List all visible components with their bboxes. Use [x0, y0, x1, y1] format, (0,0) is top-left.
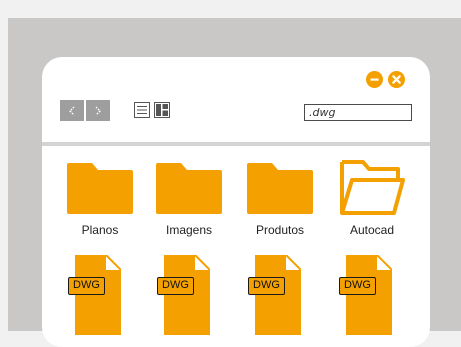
- folder-icon: [156, 163, 222, 214]
- dwg-file-3[interactable]: DWG: [248, 255, 301, 335]
- dwg-badge: DWG: [248, 277, 285, 295]
- x-icon: [392, 75, 401, 84]
- grid-view-icon: [156, 104, 168, 116]
- chevron-left-icon: [69, 106, 75, 115]
- folder-open-icon: [340, 160, 405, 215]
- document-icon: [75, 255, 121, 335]
- back-button[interactable]: [60, 100, 84, 121]
- folder-label: Planos: [81, 223, 119, 237]
- folder-icon: [67, 163, 133, 214]
- folder-autocad[interactable]: [338, 158, 406, 215]
- forward-button[interactable]: [86, 100, 110, 121]
- list-view-button[interactable]: [134, 102, 150, 118]
- chevron-right-icon: [95, 106, 101, 115]
- document-icon: [346, 255, 392, 335]
- document-icon: [164, 255, 210, 335]
- folder-label: Imagens: [165, 223, 213, 237]
- folder-produtos[interactable]: [246, 161, 314, 214]
- folder-planos[interactable]: [66, 161, 134, 214]
- list-view-icon: [137, 106, 147, 114]
- minimize-button[interactable]: [366, 71, 383, 88]
- dwg-file-4[interactable]: DWG: [339, 255, 392, 335]
- dwg-file-1[interactable]: DWG: [68, 255, 121, 335]
- minus-icon: [370, 78, 379, 81]
- grid-view-button[interactable]: [154, 102, 170, 118]
- dwg-badge: DWG: [68, 277, 105, 295]
- folder-label: Autocad: [349, 223, 395, 237]
- file-browser-window: Planos Imagens Produtos Autocad DWG DWG …: [42, 57, 430, 347]
- dwg-file-2[interactable]: DWG: [157, 255, 210, 335]
- toolbar-divider: [42, 142, 430, 146]
- document-icon: [255, 255, 301, 335]
- folder-icon: [247, 163, 313, 214]
- dwg-badge: DWG: [339, 277, 376, 295]
- search-input[interactable]: [304, 104, 412, 121]
- folder-label: Produtos: [255, 223, 305, 237]
- folder-imagens[interactable]: [155, 161, 223, 214]
- dwg-badge: DWG: [157, 277, 194, 295]
- navigation-buttons: [60, 100, 110, 121]
- close-button[interactable]: [388, 71, 405, 88]
